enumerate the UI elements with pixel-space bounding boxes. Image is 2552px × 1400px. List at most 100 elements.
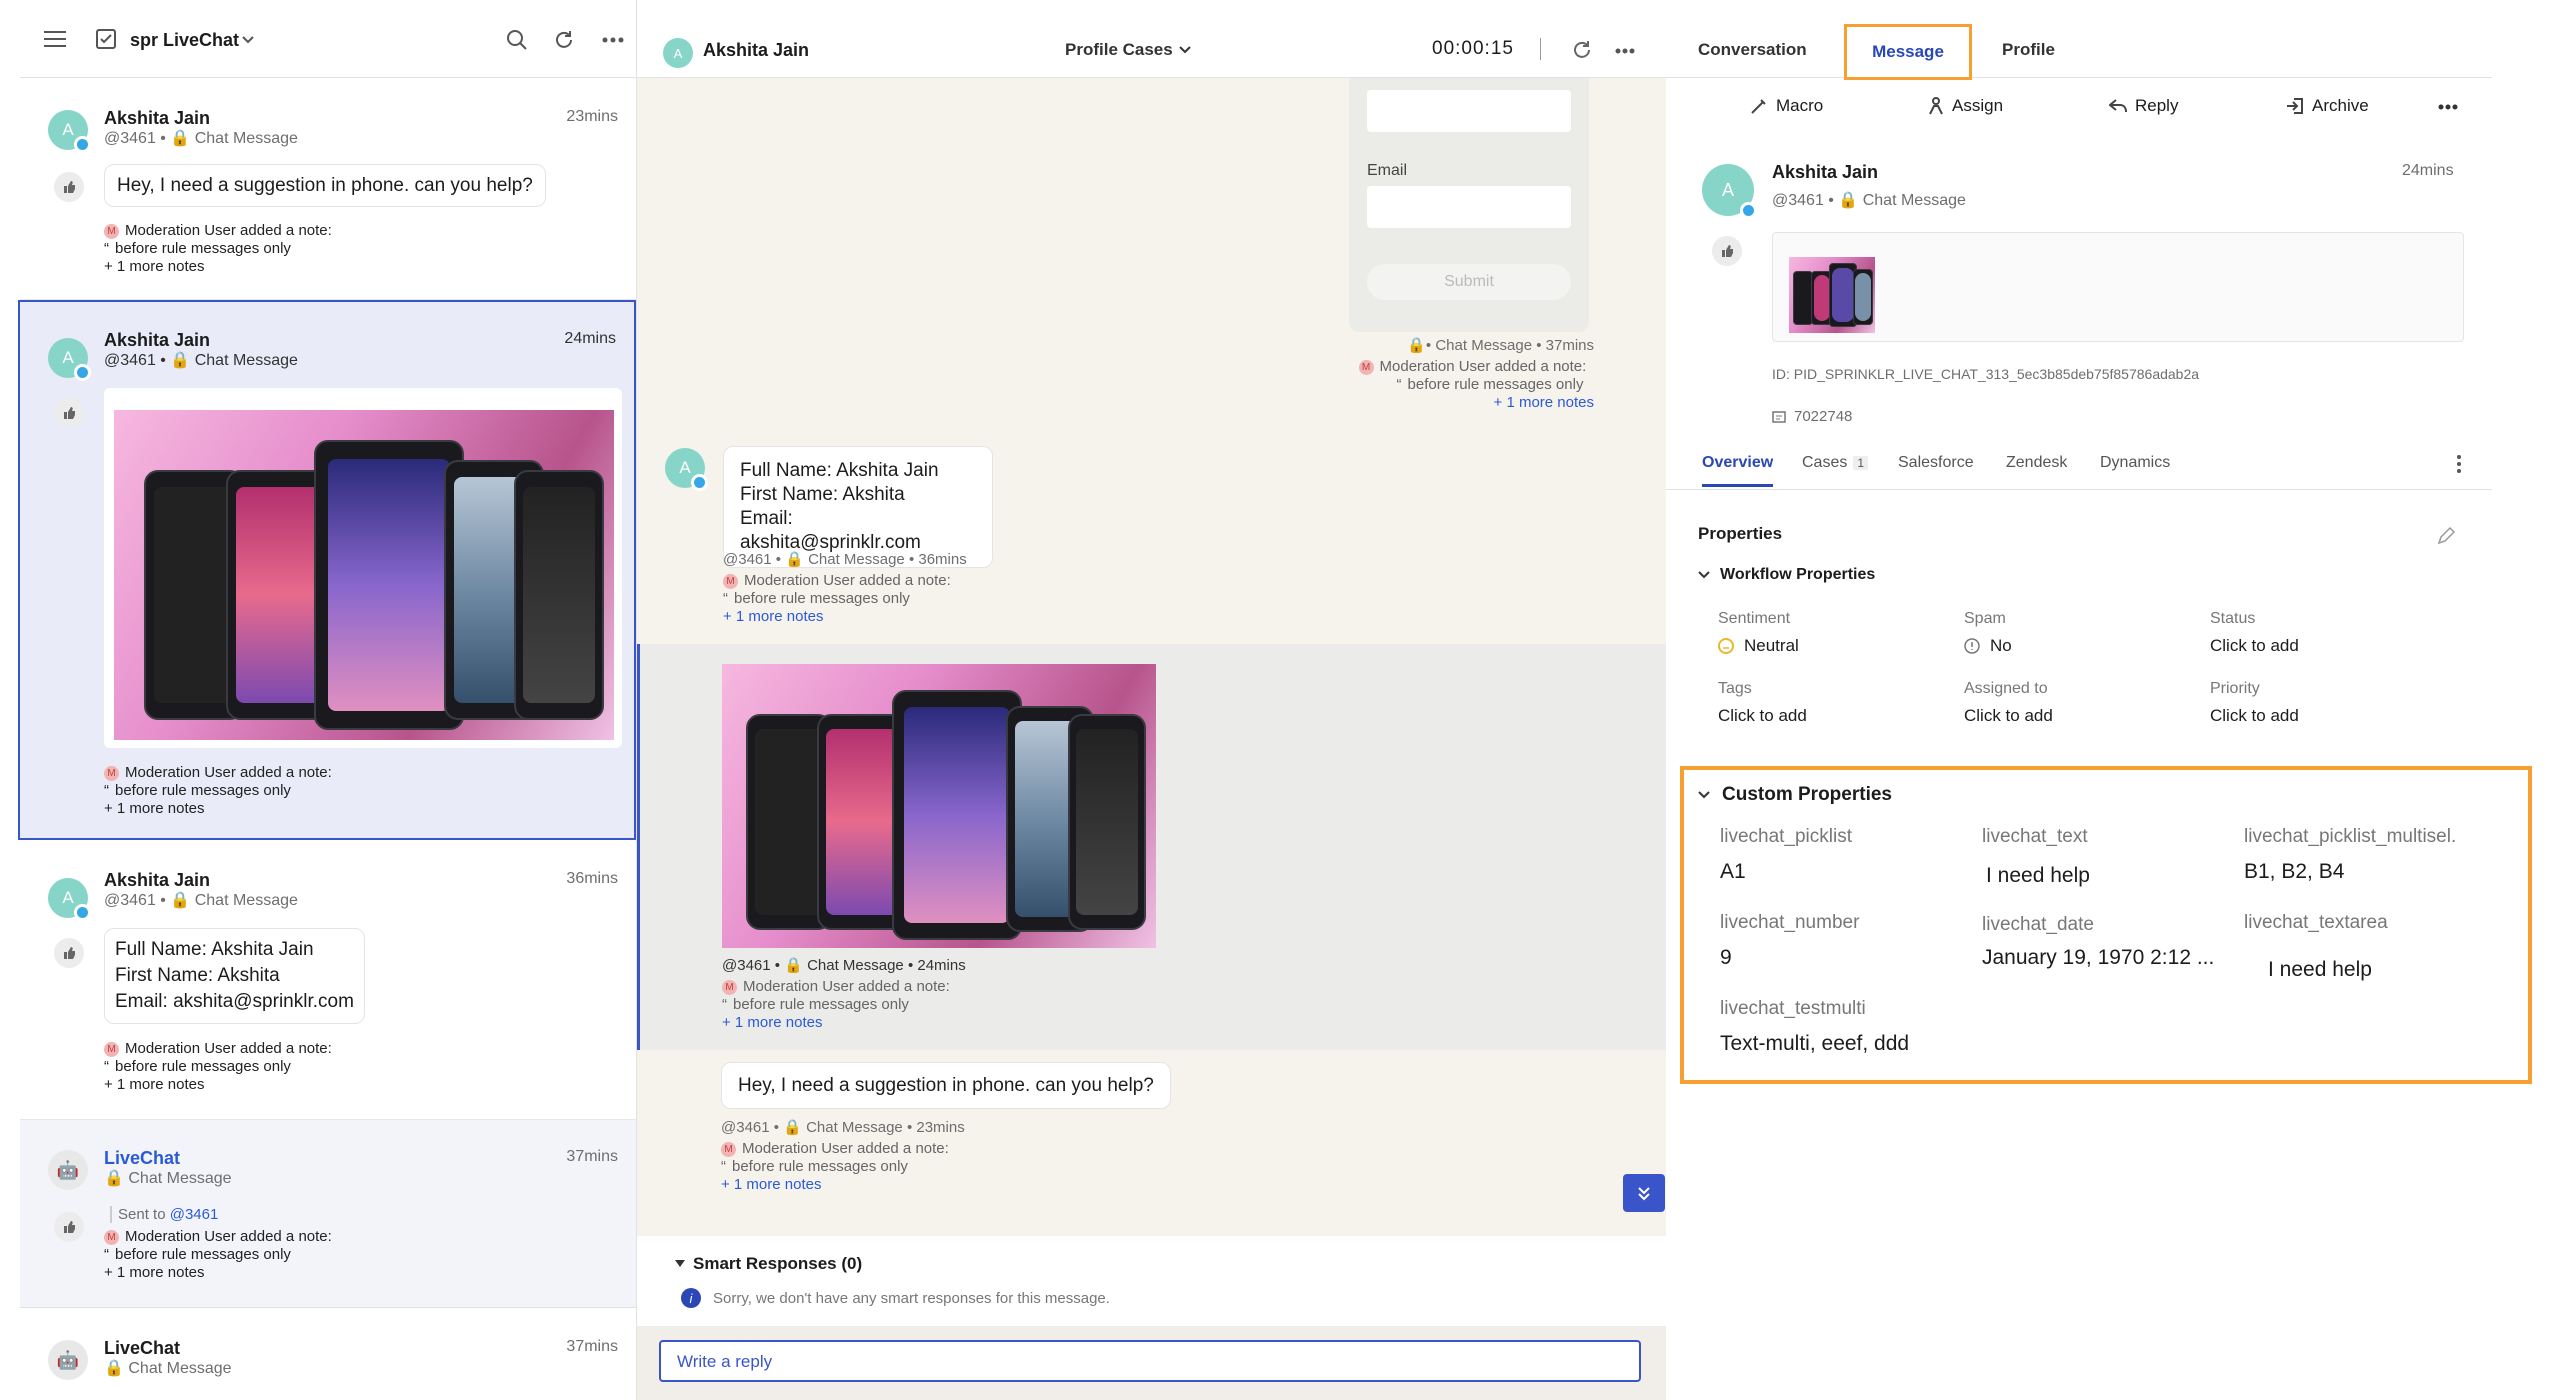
avatar: A: [48, 110, 91, 153]
phones-image[interactable]: [722, 664, 1156, 948]
list-item[interactable]: A Akshita Jain @3461 • 🔒 Chat Message 23…: [20, 80, 636, 300]
bot-avatar: 🤖: [48, 1150, 88, 1190]
thumbs-up-icon[interactable]: [54, 172, 84, 202]
subtab-cases[interactable]: Cases 1: [1802, 454, 1869, 472]
note: M Moderation User added a note: “before ru…: [104, 1228, 332, 1281]
reply-input[interactable]: Write a reply: [659, 1340, 1641, 1382]
cp-value[interactable]: I need help: [2268, 958, 2372, 982]
item-time: 23mins: [566, 108, 618, 125]
center-header: A Akshita Jain Profile Cases 00:00:15: [637, 0, 1667, 78]
count-badge: 1: [1853, 456, 1869, 470]
item-time: 37mins: [566, 1338, 618, 1355]
left-panel: spr LiveChat A Akshita Jain @3461 • 🔒 Ch…: [0, 0, 636, 1400]
conversation-name: Akshita Jain: [703, 40, 810, 60]
archive-button[interactable]: Archive: [2286, 96, 2369, 116]
cp-value[interactable]: Text-multi, eeef, ddd: [1720, 1032, 1909, 1056]
assign-button[interactable]: Assign: [1928, 96, 2003, 116]
selected-message[interactable]: @3461 • 🔒 Chat Message • 24mins M Moderat…: [637, 644, 1667, 1050]
more-icon[interactable]: [602, 37, 624, 43]
cp-value[interactable]: B1, B2, B4: [2244, 860, 2344, 884]
search-icon[interactable]: [506, 29, 528, 51]
tab-conversation[interactable]: Conversation: [1698, 40, 1807, 60]
scroll-down-button[interactable]: [1623, 1174, 1665, 1212]
prop-label: Priority: [2210, 680, 2260, 697]
avatar: A: [48, 338, 91, 381]
prop-label: Tags: [1718, 680, 1752, 697]
avatar: A: [1702, 164, 1757, 219]
image-card[interactable]: [104, 388, 622, 748]
cp-value[interactable]: 9: [1720, 946, 1732, 970]
attachment-card[interactable]: [1772, 232, 2464, 342]
tab-message[interactable]: Message: [1844, 24, 1972, 80]
subtab-salesforce[interactable]: Salesforce: [1898, 454, 1974, 472]
more-icon[interactable]: [1615, 48, 1635, 54]
form-note: M Moderation User added a note: “before ru…: [1358, 358, 1594, 412]
menu-icon[interactable]: [44, 30, 66, 48]
thumbs-up-icon[interactable]: [54, 398, 84, 428]
macro-button[interactable]: Macro: [1750, 96, 1823, 116]
list-item-selected[interactable]: A Akshita Jain @3461 • 🔒 Chat Message 24…: [18, 300, 636, 840]
msg-note: M Moderation User added a note: “before ru…: [722, 978, 950, 1031]
edit-icon[interactable]: [2436, 526, 2456, 546]
neutral-face-icon: [1718, 638, 1734, 654]
custom-toggle[interactable]: Custom Properties: [1698, 784, 1892, 806]
info-icon: i: [681, 1288, 701, 1308]
assigned-to-value[interactable]: Click to add: [1964, 706, 2053, 726]
subtab-zendesk[interactable]: Zendesk: [2006, 454, 2067, 472]
workflow-toggle[interactable]: Workflow Properties: [1698, 566, 1875, 584]
author-name: Akshita Jain: [104, 330, 211, 350]
msg-note: M Moderation User added a note: “before ru…: [723, 572, 951, 625]
list-item[interactable]: A Akshita Jain @3461 • 🔒 Chat Message 36…: [20, 842, 636, 1120]
status-value[interactable]: Click to add: [2210, 636, 2299, 656]
thumbs-up-icon[interactable]: [1712, 236, 1742, 266]
chevron-down-icon: [1698, 571, 1710, 579]
chevron-down-icon[interactable]: [242, 36, 254, 44]
priority-value[interactable]: Click to add: [2210, 706, 2299, 726]
reply-icon: [2109, 99, 2127, 113]
item-time: 36mins: [566, 870, 618, 887]
tab-profile[interactable]: Profile: [2002, 40, 2055, 60]
avatar: A: [663, 38, 693, 68]
stream-title[interactable]: spr LiveChat: [130, 30, 239, 51]
checkbox-icon[interactable]: [96, 29, 116, 49]
thumbs-up-icon[interactable]: [54, 1212, 84, 1242]
prop-label: Sentiment: [1718, 610, 1791, 627]
reply-button[interactable]: Reply: [2109, 96, 2178, 116]
cp-value[interactable]: January 19, 1970 2:12 ...: [1982, 946, 2222, 970]
submit-button[interactable]: Submit: [1367, 264, 1571, 300]
caret-down-icon: [675, 1260, 685, 1268]
divider: [1540, 38, 1541, 60]
subtab-dynamics[interactable]: Dynamics: [2100, 454, 2170, 472]
list-item[interactable]: 🤖 LiveChat 🔒 Chat Message 37mins: [20, 1310, 636, 1400]
author-meta: @3461 • 🔒 Chat Message: [1772, 192, 1966, 209]
vertical-more-icon[interactable]: [2456, 454, 2462, 474]
thumbs-up-icon[interactable]: [54, 938, 84, 968]
lock-icon: 🔒: [1838, 192, 1859, 209]
author-meta: @3461 • 🔒 Chat Message: [104, 130, 298, 147]
cp-label: livechat_testmulti: [1720, 998, 1866, 1019]
form-input[interactable]: [1367, 90, 1571, 132]
refresh-icon[interactable]: [1572, 40, 1592, 60]
timer: 00:00:15: [1432, 38, 1514, 59]
smart-responses-toggle[interactable]: Smart Responses (0): [675, 1254, 862, 1274]
cp-value[interactable]: I need help: [1986, 864, 2090, 888]
author-name[interactable]: LiveChat: [104, 1148, 180, 1169]
sentiment-value[interactable]: Neutral: [1718, 636, 1799, 656]
email-field[interactable]: [1367, 186, 1571, 228]
attachment-thumbnail[interactable]: [1789, 257, 1875, 333]
cp-label: livechat_text: [1982, 826, 2088, 847]
profile-cases-dropdown[interactable]: Profile Cases: [1065, 40, 1191, 60]
more-icon[interactable]: [2438, 104, 2458, 110]
subtab-overview[interactable]: Overview: [1702, 454, 1774, 487]
lock-icon: 🔒: [784, 957, 803, 974]
refresh-icon[interactable]: [553, 29, 575, 51]
author-meta: @3461 • 🔒 Chat Message: [104, 352, 298, 369]
spam-value[interactable]: No: [1964, 636, 2012, 656]
list-item[interactable]: 🤖 LiveChat 🔒 Chat Message 37mins Sent to…: [20, 1120, 636, 1308]
lock-icon: 🔒: [104, 1170, 124, 1187]
msg-note: M Moderation User added a note: “before ru…: [721, 1140, 949, 1193]
subtabs: Overview Cases 1 Salesforce Zendesk Dynam…: [1666, 440, 2492, 490]
cp-value[interactable]: A1: [1720, 860, 1746, 884]
tags-value[interactable]: Click to add: [1718, 706, 1807, 726]
wand-icon: [1750, 97, 1768, 115]
